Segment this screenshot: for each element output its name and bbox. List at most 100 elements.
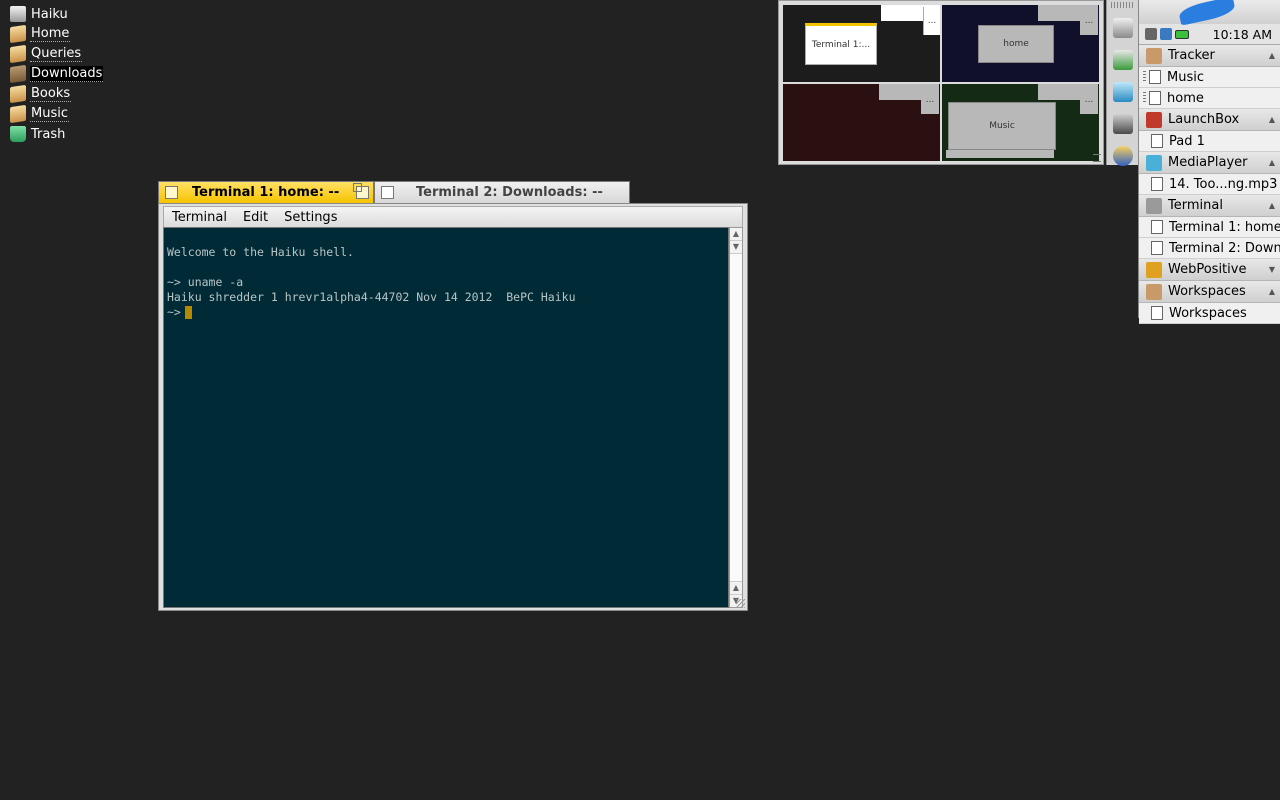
desktop-icon-haiku[interactable]: Haiku <box>10 4 103 24</box>
deskbar-app-tracker[interactable]: Tracker ▲ <box>1139 45 1280 67</box>
deskbar-shortcut-strip <box>1106 0 1139 166</box>
expand-arrow-icon[interactable]: ▼ <box>1269 265 1275 274</box>
desktop-icon-books[interactable]: Books <box>10 84 103 104</box>
workspace-window: Music <box>948 102 1056 150</box>
desktop-icon-trash[interactable]: Trash <box>10 124 103 144</box>
collapse-arrow-icon[interactable]: ▲ <box>1269 287 1275 296</box>
desktop-icon-label: Haiku <box>31 6 68 22</box>
globe-icon[interactable] <box>1113 146 1133 166</box>
app-label: WebPositive <box>1168 262 1247 277</box>
deskbar-window-item[interactable]: 14. Too...ng.mp3 <box>1139 174 1280 195</box>
deskbar-window-item[interactable]: Music <box>1139 67 1280 88</box>
terminal-line: Haiku shredder 1 hrevr1alpha4-44702 Nov … <box>167 290 576 304</box>
workspaces-applet[interactable]: Terminal 1:... ... home ... ... Music ..… <box>778 0 1104 165</box>
resize-handle[interactable] <box>1093 154 1101 162</box>
tab-title: Terminal 1: home: -- <box>192 185 340 200</box>
mediaplayer-icon <box>1146 154 1162 171</box>
menu-edit[interactable]: Edit <box>235 210 276 225</box>
deskbar-app-workspaces[interactable]: Workspaces ▲ <box>1139 281 1280 303</box>
desktop-icon-queries[interactable]: Queries <box>10 44 103 64</box>
app-label: Workspaces <box>1168 284 1246 299</box>
desktop-icon-label: Music <box>30 106 69 122</box>
window-icon <box>1149 91 1161 105</box>
scroll-up-arrow-icon[interactable]: ▲ <box>730 581 742 594</box>
workspace-4[interactable]: Music ... <box>942 84 1099 161</box>
deskbar-app-terminal[interactable]: Terminal ▲ <box>1139 195 1280 217</box>
workspace-2[interactable]: home ... <box>942 5 1099 82</box>
tracker-icon <box>1146 47 1162 64</box>
deskbar-menu-button[interactable] <box>1139 0 1280 26</box>
window-icon <box>1151 134 1163 148</box>
webpositive-icon <box>1146 261 1162 278</box>
desktop-icon-home[interactable]: Home <box>10 24 103 44</box>
drag-handle[interactable] <box>1111 2 1135 8</box>
deskbar-window-item[interactable]: Terminal 2: Downloads: -- <box>1139 238 1280 259</box>
deskbar-app-webpositive[interactable]: WebPositive ▼ <box>1139 259 1280 281</box>
deskbar-app-launchbox[interactable]: LaunchBox ▲ <box>1139 109 1280 131</box>
scroll-track[interactable] <box>730 254 742 581</box>
desktop-icon-downloads[interactable]: Downloads <box>10 64 104 84</box>
deskbar-app-mediaplayer[interactable]: MediaPlayer ▲ <box>1139 152 1280 174</box>
resize-handle[interactable] <box>736 599 745 608</box>
workspace-window: ... <box>923 7 940 35</box>
collapse-arrow-icon[interactable]: ▲ <box>1269 201 1275 210</box>
deskbar-window-item[interactable]: Workspaces <box>1139 303 1280 324</box>
scroll-up-arrow-icon[interactable]: ▲ <box>730 228 742 241</box>
system-tray: 10:18 AM <box>1139 24 1280 45</box>
pen-icon[interactable] <box>1113 50 1133 70</box>
window-label: 14. Too...ng.mp3 <box>1169 176 1278 192</box>
collapse-arrow-icon[interactable]: ▲ <box>1269 158 1275 167</box>
menu-settings[interactable]: Settings <box>276 210 345 225</box>
deskbar: 10:18 AM Tracker ▲ Music home LaunchBox ▲ Pad … <box>1138 0 1280 324</box>
clock[interactable]: 10:18 AM <box>1213 27 1272 42</box>
drive-icon[interactable] <box>1113 114 1133 134</box>
workspace-window: Terminal 1:... <box>805 23 877 65</box>
deskbar-window-item[interactable]: home <box>1139 88 1280 109</box>
workspace-window <box>946 150 1054 158</box>
workspace-3[interactable]: ... <box>783 84 940 161</box>
terminal-view[interactable]: Welcome to the Haiku shell. ~> uname -a … <box>163 227 729 608</box>
deskbar-window-item[interactable]: Pad 1 <box>1139 131 1280 152</box>
workspace-window: home <box>978 25 1054 63</box>
zoom-button[interactable] <box>353 183 369 199</box>
workspaces-icon <box>1146 283 1162 300</box>
tab-title: Terminal 2: Downloads: -- <box>416 185 603 200</box>
scroll-down-arrow-icon[interactable]: ▼ <box>730 241 742 254</box>
menu-terminal[interactable]: Terminal <box>164 210 235 225</box>
window-label: home <box>1167 90 1204 106</box>
network-icon[interactable] <box>1160 28 1172 40</box>
tab-terminal-1[interactable]: Terminal 1: home: -- <box>158 181 374 203</box>
collapse-arrow-icon[interactable]: ▲ <box>1269 51 1275 60</box>
workspace-window: ... <box>921 86 939 114</box>
speaker-icon[interactable] <box>1145 28 1157 40</box>
prompt: ~> <box>167 305 181 319</box>
terminal-prompt-line: ~> <box>167 305 725 320</box>
workspace-window: ... <box>1080 7 1098 35</box>
window-icon <box>1151 220 1163 234</box>
battery-icon[interactable] <box>1175 29 1189 39</box>
desktop-icon-label: Downloads <box>30 66 104 82</box>
desktop-icon-music[interactable]: Music <box>10 104 103 124</box>
app-label: Tracker <box>1168 48 1215 63</box>
cup-icon[interactable] <box>1113 82 1133 102</box>
workspace-window: ... <box>1080 86 1098 114</box>
workspace-1[interactable]: Terminal 1:... ... <box>783 5 940 82</box>
collapse-arrow-icon[interactable]: ▲ <box>1269 115 1275 124</box>
close-button[interactable] <box>381 186 394 199</box>
close-button[interactable] <box>165 186 178 199</box>
window-icon <box>1149 70 1161 84</box>
deskbar-app-list: Tracker ▲ Music home LaunchBox ▲ Pad 1 MediaPla… <box>1139 45 1280 324</box>
vertical-scrollbar[interactable]: ▲ ▼ ▲ ▼ <box>729 227 743 608</box>
window-icon <box>1151 241 1163 255</box>
leaf-icon <box>1177 0 1237 26</box>
terminal-line: Welcome to the Haiku shell. <box>167 245 354 259</box>
menu-bar: Terminal Edit Settings <box>163 206 743 228</box>
deskbar-window-item[interactable]: Terminal 1: home: -- <box>1139 217 1280 238</box>
launchbox-icon <box>1146 111 1162 128</box>
drag-grip <box>1143 92 1146 104</box>
trash-icon <box>10 126 26 142</box>
tab-terminal-2[interactable]: Terminal 2: Downloads: -- <box>374 181 630 203</box>
desktop-icon-label: Trash <box>31 126 66 142</box>
computer-icon[interactable] <box>1113 18 1133 38</box>
